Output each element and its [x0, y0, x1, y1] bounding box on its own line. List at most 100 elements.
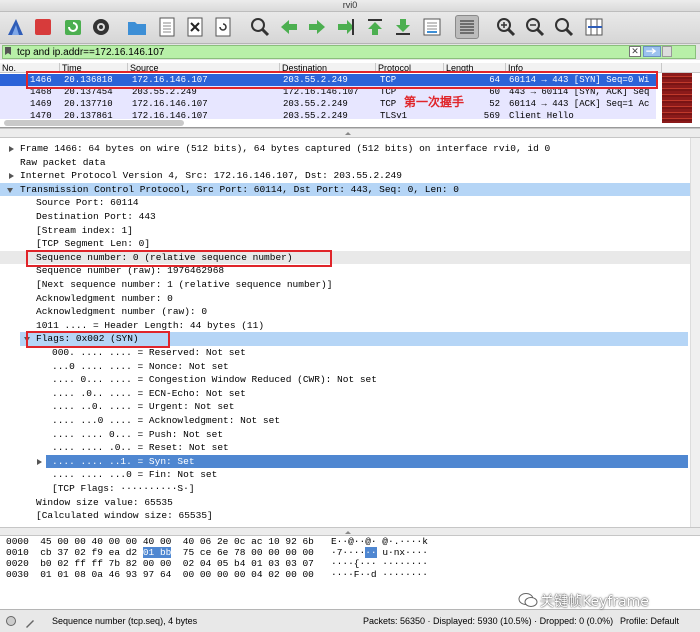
- wechat-icon: [518, 593, 538, 607]
- close-file-icon[interactable]: [183, 15, 207, 39]
- column-header-time[interactable]: Time: [60, 63, 128, 73]
- stop-icon[interactable]: [31, 15, 55, 39]
- tree-item[interactable]: Sequence number (raw): 1976462968: [0, 264, 690, 278]
- tree-item[interactable]: Window size value: 65535: [0, 496, 690, 510]
- clear-filter-button[interactable]: ✕: [629, 46, 641, 57]
- tree-item-flag[interactable]: .... .... .0.. = Reset: Not set: [0, 441, 690, 455]
- zoom-normal-icon[interactable]: [552, 15, 576, 39]
- tree-item-tcp[interactable]: Transmission Control Protocol, Src Port:…: [0, 182, 690, 197]
- status-profile[interactable]: Profile: Default: [620, 610, 679, 632]
- tree-label: [Next sequence number: 1 (relative seque…: [36, 279, 333, 290]
- expert-info-icon[interactable]: [6, 616, 16, 626]
- bytes-ascii: ·7····: [331, 547, 366, 558]
- zoom-out-icon[interactable]: [523, 15, 547, 39]
- packet-row-selected[interactable]: 1466 20.136818 172.16.146.107 203.55.2.2…: [0, 74, 656, 86]
- shark-fin-icon[interactable]: [4, 15, 28, 39]
- tree-item-raw[interactable]: Raw packet data: [0, 156, 690, 170]
- tree-label: [Calculated window size: 65535]: [36, 510, 213, 522]
- autoscroll-icon[interactable]: [420, 15, 444, 39]
- tree-item[interactable]: [Stream index: 1]: [0, 224, 690, 238]
- details-scrollbar[interactable]: [690, 138, 700, 527]
- display-filter-input[interactable]: [2, 45, 696, 59]
- tree-item[interactable]: Acknowledgment number: 0: [0, 292, 690, 306]
- column-header-source[interactable]: Source: [128, 63, 280, 73]
- colorize-icon[interactable]: [455, 15, 479, 39]
- apply-filter-button[interactable]: [643, 46, 661, 57]
- bytes-hex: 45 00 00 40 00 00 40 00: [40, 536, 172, 547]
- expand-arrow-icon[interactable]: [37, 458, 42, 465]
- column-header-info[interactable]: Info: [506, 63, 662, 73]
- tree-item-flag[interactable]: 000. .... .... = Reserved: Not set: [0, 346, 690, 360]
- find-icon[interactable]: [248, 15, 272, 39]
- bytes-row[interactable]: 0020 b0 02 ff ff 7b 82 00 00 02 04 05 b4…: [6, 558, 428, 569]
- tree-item-flag[interactable]: .... ..0. .... = Urgent: Not set: [0, 400, 690, 414]
- cell-destination: 203.55.2.249: [283, 111, 348, 119]
- splitter-bottom[interactable]: [0, 527, 700, 536]
- tree-item[interactable]: [Next sequence number: 1 (relative seque…: [0, 278, 690, 292]
- tree-item-flag[interactable]: .... .... ...0 = Fin: Not set: [0, 468, 690, 482]
- column-header-length[interactable]: Length: [444, 63, 506, 73]
- status-field-info: Sequence number (tcp.seq), 4 bytes: [52, 616, 198, 626]
- bytes-hex: 02 04 05 b4 01 03 03 07: [182, 558, 314, 569]
- collapse-arrow-icon[interactable]: [24, 337, 30, 343]
- reload-icon[interactable]: [211, 15, 235, 39]
- edit-comment-icon[interactable]: [24, 615, 36, 628]
- back-icon[interactable]: [277, 15, 301, 39]
- file-icon[interactable]: [155, 15, 179, 39]
- tree-item[interactable]: [Calculated window size: 65535]: [0, 509, 690, 523]
- tree-item[interactable]: [TCP Segment Len: 0]: [0, 237, 690, 251]
- bytes-row[interactable]: 0010 cb 37 02 f9 ea d2 01 bb 75 ce 6e 78…: [6, 547, 428, 558]
- tree-item[interactable]: Destination Port: 443: [0, 210, 690, 224]
- tree-item-flags[interactable]: Flags: 0x002 (SYN): [20, 332, 688, 346]
- last-icon[interactable]: [391, 15, 415, 39]
- bytes-row[interactable]: 0000 45 00 00 40 00 00 40 00 40 06 2e 0c…: [6, 536, 428, 547]
- tree-item[interactable]: [TCP Flags: ··········S·]: [0, 482, 690, 496]
- packet-row[interactable]: 1468 20.137454 203.55.2.249 172.16.146.1…: [0, 86, 656, 98]
- expand-arrow-icon[interactable]: [9, 146, 14, 152]
- expand-arrow-icon[interactable]: [9, 173, 14, 180]
- tree-item-sequence-number[interactable]: Sequence number: 0 (relative sequence nu…: [0, 250, 690, 265]
- restart-icon[interactable]: [61, 15, 85, 39]
- column-header-protocol[interactable]: Protocol: [376, 63, 444, 73]
- goto-icon[interactable]: [334, 15, 358, 39]
- tree-item-ipv4[interactable]: Internet Protocol Version 4, Src: 172.16…: [0, 169, 690, 183]
- bookmark-icon[interactable]: [4, 47, 12, 55]
- splitter-top[interactable]: [0, 128, 700, 138]
- tree-label: .... ..0. .... = Urgent: Not set: [52, 401, 235, 413]
- tree-item-flag[interactable]: ...0 .... .... = Nonce: Not set: [0, 360, 690, 374]
- tree-label: ...0 .... .... = Nonce: Not set: [52, 360, 229, 372]
- resize-columns-icon[interactable]: [582, 15, 606, 39]
- column-header-no[interactable]: No.: [0, 63, 60, 73]
- column-header-destination[interactable]: Destination: [280, 63, 376, 73]
- cell-source: 172.16.146.107: [132, 75, 208, 85]
- tree-item[interactable]: Source Port: 60114: [0, 196, 690, 210]
- tree-item-flag[interactable]: .... 0... .... = Congestion Window Reduc…: [0, 373, 690, 387]
- bytes-hex: 01 01 08 0a 46 93 97 64: [40, 569, 172, 580]
- tree-item-flag[interactable]: .... .0.. .... = ECN-Echo: Not set: [0, 387, 690, 401]
- cell-source: 172.16.146.107: [132, 99, 208, 109]
- tree-label: .... ...0 .... = Acknowledgment: Not set: [52, 415, 281, 426]
- first-icon[interactable]: [363, 15, 387, 39]
- tree-item[interactable]: 1011 .... = Header Length: 44 bytes (11): [0, 319, 690, 333]
- horizontal-scrollbar[interactable]: [4, 120, 184, 126]
- bytes-hex: cb 37 02 f9 ea d2: [40, 547, 143, 558]
- gear-icon[interactable]: [89, 15, 113, 39]
- zoom-in-icon[interactable]: [494, 15, 518, 39]
- filter-dropdown-button[interactable]: [662, 46, 672, 57]
- bytes-row[interactable]: 0030 01 01 08 0a 46 93 97 64 00 00 00 00…: [6, 569, 428, 580]
- tree-item-flag[interactable]: .... .... 0... = Push: Not set: [0, 428, 690, 442]
- packet-minimap[interactable]: [662, 73, 692, 123]
- packet-list-header: No. Time Source Destination Protocol Len…: [0, 63, 700, 73]
- tree-item[interactable]: Acknowledgment number (raw): 0: [0, 305, 690, 319]
- cell-length: 64: [489, 75, 500, 85]
- collapse-arrow-icon[interactable]: [7, 187, 13, 193]
- tree-label: Source Port: 60114: [36, 197, 139, 209]
- status-bar: Sequence number (tcp.seq), 4 bytes Packe…: [0, 609, 700, 632]
- tree-item-flag-syn[interactable]: .... .... ..1. = Syn: Set: [37, 454, 688, 469]
- forward-icon[interactable]: [305, 15, 329, 39]
- folder-icon[interactable]: [125, 15, 149, 39]
- packet-row[interactable]: 1470 20.137861 172.16.146.107 203.55.2.2…: [0, 110, 656, 119]
- tree-item-frame[interactable]: Frame 1466: 64 bytes on wire (512 bits),…: [0, 142, 690, 156]
- packet-row[interactable]: 1469 20.137710 172.16.146.107 203.55.2.2…: [0, 98, 656, 110]
- tree-item-flag[interactable]: .... ...0 .... = Acknowledgment: Not set: [0, 414, 690, 428]
